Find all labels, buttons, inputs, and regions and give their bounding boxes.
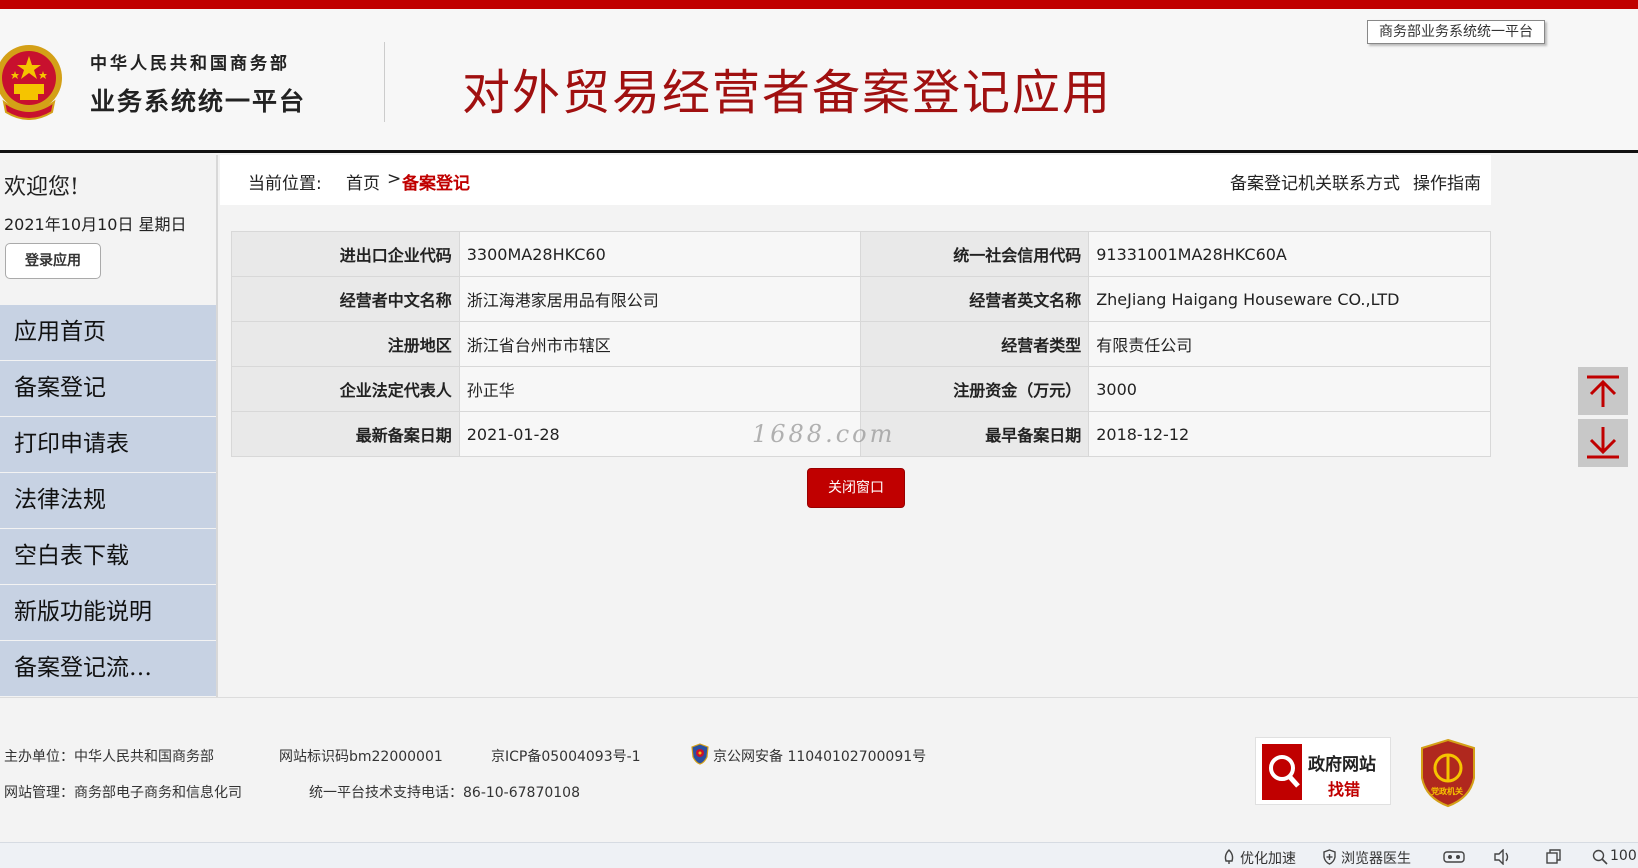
- contact-info-link[interactable]: 备案登记机关联系方式: [1230, 169, 1400, 194]
- sidebar-item-print-form[interactable]: 打印申请表: [0, 417, 216, 473]
- table-row: 经营者中文名称 浙江海港家居用品有限公司 经营者英文名称 ZheJiang Ha…: [231, 276, 1491, 322]
- site-footer: 主办单位：中华人民共和国商务部 网站标识码bm22000001 京ICP备050…: [0, 698, 1638, 842]
- gov-badge-subtitle: 找错: [1328, 780, 1361, 799]
- field-label: 最新备案日期: [231, 411, 460, 457]
- field-value: 浙江海港家居用品有限公司: [458, 276, 862, 322]
- breadcrumb-separator: >: [387, 169, 402, 189]
- current-date: 2021年10月10日 星期日: [4, 215, 187, 234]
- table-row: 企业法定代表人 孙正华 注册资金（万元） 3000: [231, 366, 1491, 412]
- field-value: 有限责任公司: [1088, 321, 1491, 367]
- footer-site-id: 网站标识码bm22000001: [279, 749, 443, 765]
- zoom-magnifier-icon[interactable]: [1592, 849, 1608, 865]
- field-label: 注册地区: [231, 321, 460, 367]
- field-label: 统一社会信用代码: [860, 231, 1090, 277]
- field-value: 3300MA28HKC60: [458, 231, 862, 277]
- breadcrumb-label: 当前位置:: [248, 174, 322, 194]
- browser-doctor-button[interactable]: 浏览器医生: [1341, 848, 1411, 868]
- party-gov-emblem-icon: [1421, 738, 1475, 808]
- scroll-to-bottom-button[interactable]: [1578, 419, 1628, 467]
- sidebar-item-laws[interactable]: 法律法规: [0, 473, 216, 529]
- gov-badge-title: 政府网站: [1308, 755, 1376, 775]
- browser-status-bar: 优化加速 浏览器医生 100: [0, 842, 1638, 868]
- field-label: 经营者英文名称: [860, 276, 1090, 322]
- sidebar: 欢迎您! 2021年10月10日 星期日 登录应用 应用首页 备案登记 打印申请…: [0, 155, 216, 697]
- operation-guide-link[interactable]: 操作指南: [1413, 169, 1481, 194]
- sidebar-nav: 应用首页 备案登记 打印申请表 法律法规 空白表下载 新版功能说明 备案登记流…: [0, 305, 216, 697]
- vr-glasses-icon[interactable]: [1443, 850, 1465, 864]
- sidebar-item-registration-flow[interactable]: 备案登记流…: [0, 641, 216, 697]
- table-row: 进出口企业代码 3300MA28HKC60 统一社会信用代码 91331001M…: [231, 231, 1491, 277]
- scroll-to-top-button[interactable]: [1578, 367, 1628, 415]
- field-label: 经营者中文名称: [231, 276, 460, 322]
- breadcrumb-home-link[interactable]: 首页: [346, 169, 380, 194]
- field-value: 91331001MA28HKC60A: [1088, 231, 1491, 277]
- footer-icp-link[interactable]: 京ICP备05004093号-1: [491, 746, 641, 766]
- breadcrumb-current[interactable]: 备案登记: [402, 169, 470, 194]
- window-restore-icon[interactable]: [1545, 849, 1561, 865]
- app-title: 对外贸易经营者备案登记应用: [462, 65, 1113, 121]
- zoom-level[interactable]: 100: [1610, 848, 1637, 864]
- sidebar-item-blank-forms[interactable]: 空白表下载: [0, 529, 216, 585]
- party-badge-text: 党政机关: [1431, 787, 1463, 796]
- close-window-button[interactable]: 关闭窗口: [807, 468, 905, 508]
- field-value: ZheJiang Haigang Houseware CO.,LTD: [1088, 276, 1491, 322]
- sidebar-divider: [216, 155, 218, 697]
- police-badge-icon: [691, 743, 709, 765]
- top-red-bar: [0, 0, 1638, 9]
- footer-admin: 网站管理：商务部电子商务和信息化司: [4, 785, 242, 801]
- shield-plus-icon: [1323, 849, 1336, 865]
- field-value: 2018-12-12: [1088, 411, 1491, 457]
- footer-host: 主办单位：中华人民共和国商务部: [4, 749, 214, 765]
- party-gov-agency-badge[interactable]: 党政机关: [1418, 738, 1478, 808]
- field-value: 3000: [1088, 366, 1491, 412]
- field-value: 浙江省台州市市辖区: [458, 321, 862, 367]
- sidebar-item-app-home[interactable]: 应用首页: [0, 305, 216, 361]
- field-label: 注册资金（万元）: [860, 366, 1090, 412]
- login-app-button[interactable]: 登录应用: [5, 243, 101, 279]
- field-label: 经营者类型: [860, 321, 1090, 367]
- site-header: 中华人民共和国商务部 业务系统统一平台 对外贸易经营者备案登记应用 商务部业务系…: [0, 9, 1638, 153]
- footer-police-record-link[interactable]: 京公网安备 11040102700091号: [713, 746, 926, 766]
- platform-name: 业务系统统一平台: [90, 87, 307, 116]
- footer-support-phone: 统一平台技术支持电话：86-10-67870108: [309, 785, 580, 801]
- field-value: 孙正华: [458, 366, 862, 412]
- gov-site-error-report-badge[interactable]: 政府网站 找错: [1255, 737, 1391, 805]
- breadcrumb: 当前位置: 首页 > 备案登记 备案登记机关联系方式 操作指南: [220, 155, 1491, 205]
- table-row: 注册地区 浙江省台州市市辖区 经营者类型 有限责任公司: [231, 321, 1491, 367]
- sidebar-item-registration[interactable]: 备案登记: [0, 361, 216, 417]
- field-label: 进出口企业代码: [231, 231, 460, 277]
- welcome-text: 欢迎您!: [4, 175, 79, 200]
- rocket-icon: [1224, 849, 1234, 864]
- watermark-text: 1688.com: [752, 420, 896, 448]
- accelerate-button[interactable]: 优化加速: [1240, 848, 1296, 868]
- header-divider: [384, 42, 385, 122]
- national-emblem-icon: [0, 45, 62, 120]
- field-label: 企业法定代表人: [231, 366, 460, 412]
- sidebar-item-new-features[interactable]: 新版功能说明: [0, 585, 216, 641]
- speaker-icon[interactable]: [1493, 849, 1511, 865]
- ministry-name: 中华人民共和国商务部: [90, 54, 290, 74]
- org-name: 中华人民共和国商务部 业务系统统一平台: [90, 49, 306, 118]
- platform-tooltip: 商务部业务系统统一平台: [1367, 20, 1545, 44]
- arrow-up-to-top-icon: [1587, 375, 1619, 407]
- arrow-down-to-bottom-icon: [1587, 427, 1619, 459]
